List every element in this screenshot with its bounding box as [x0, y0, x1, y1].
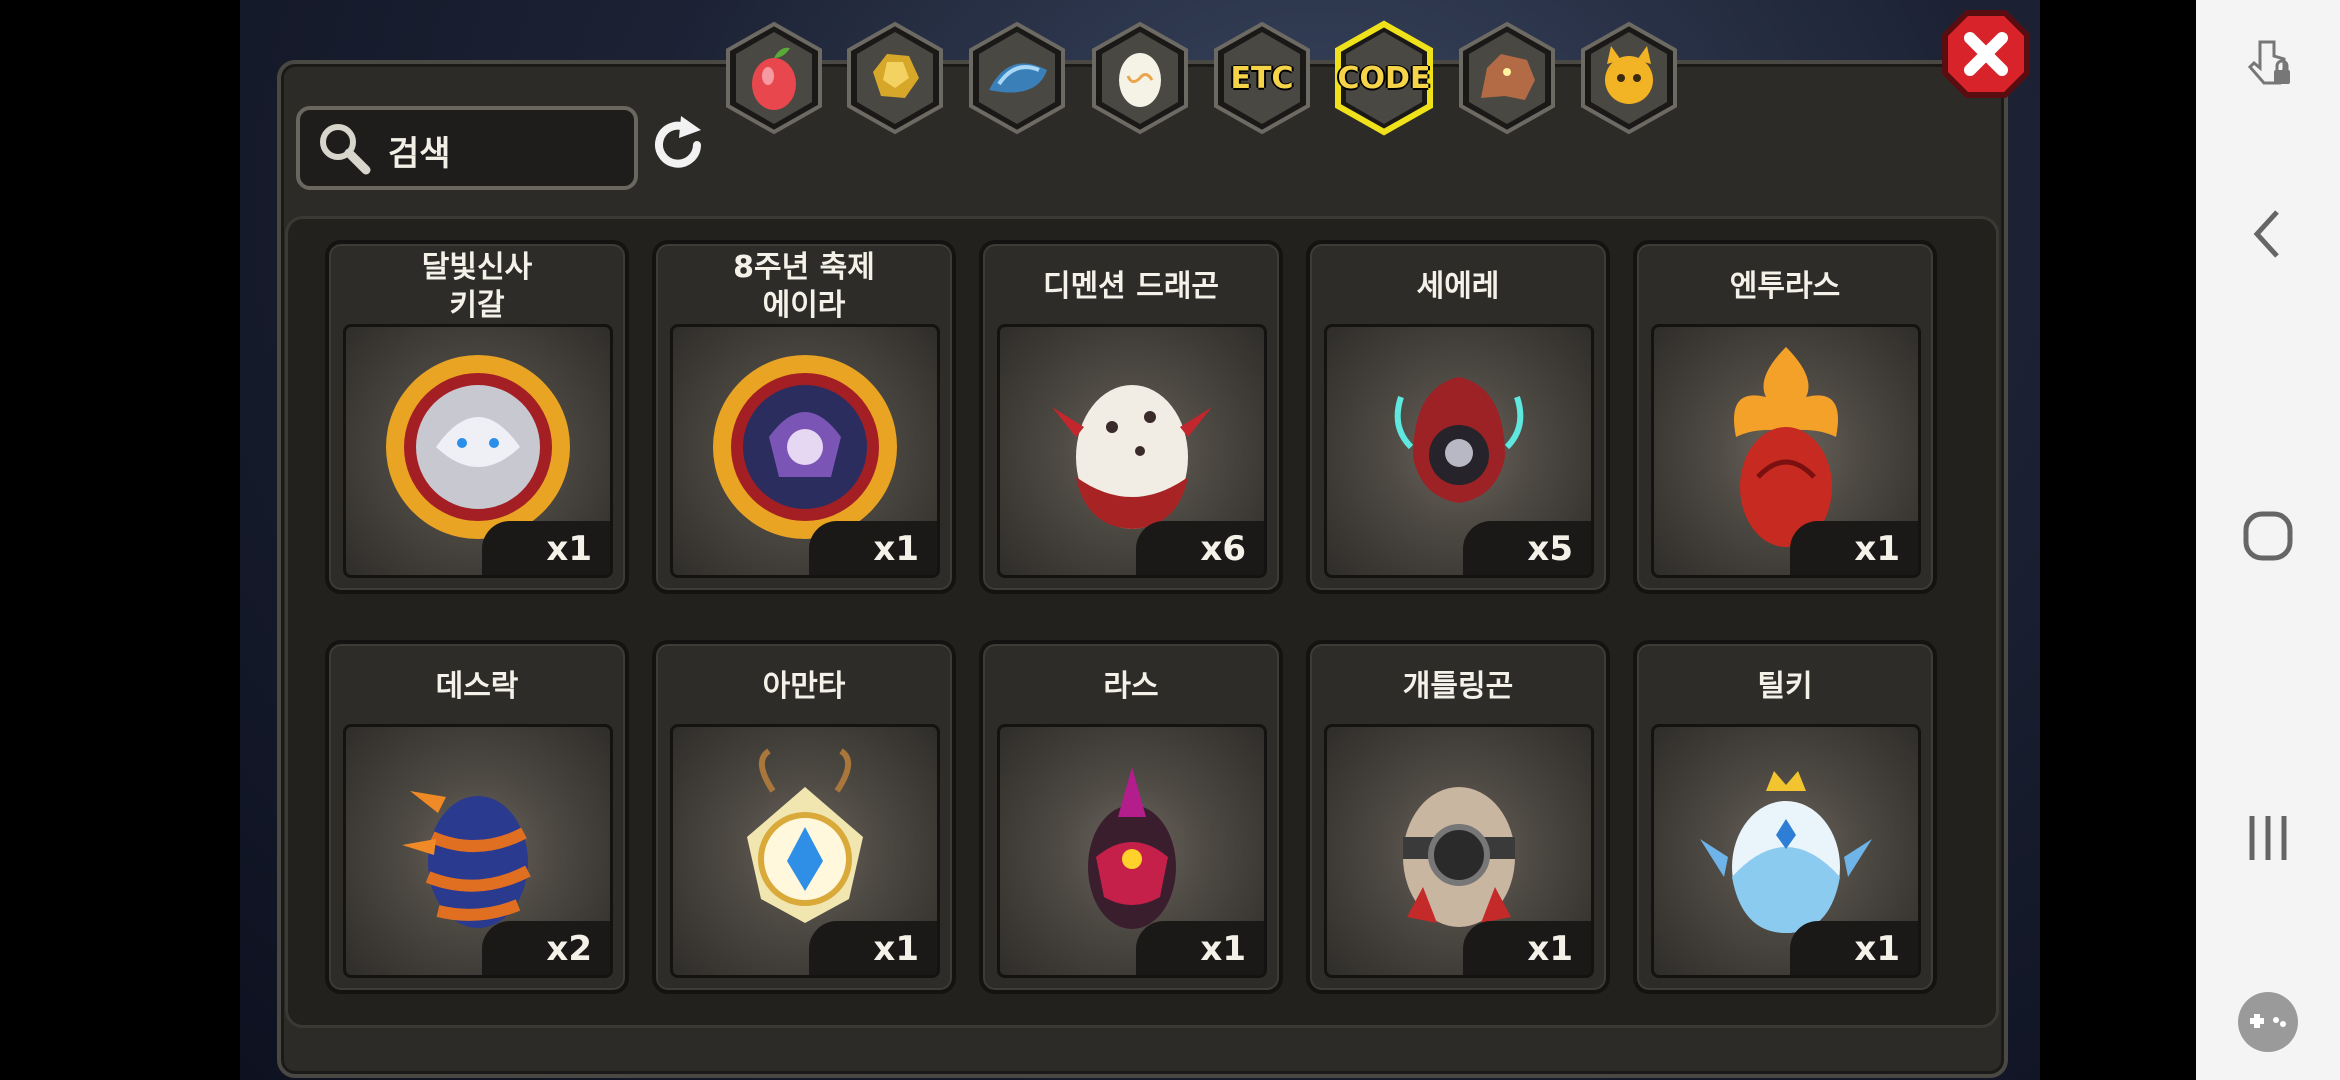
item-name: 아만타: [762, 669, 846, 704]
item-name: 달빛신사 키갈: [421, 250, 533, 323]
item-slot: x6: [997, 324, 1267, 578]
item-name: 세에레: [1416, 269, 1500, 304]
back-icon[interactable]: [2232, 198, 2304, 270]
item-card[interactable]: 개틀링곤 x1: [1306, 640, 1610, 994]
item-slot: x1: [1651, 724, 1921, 978]
eira-medallion-icon: [713, 355, 897, 539]
amanta-egg-icon: [747, 748, 863, 923]
item-slot: x1: [343, 324, 613, 578]
search-icon: [320, 124, 371, 175]
item-name: 개틀링곤: [1402, 669, 1514, 704]
item-card[interactable]: 데스락 x2: [325, 640, 629, 994]
recent-apps-icon[interactable]: [2232, 802, 2304, 874]
item-name: 라스: [1103, 669, 1159, 704]
ras-egg-icon: [1088, 767, 1176, 929]
item-slot: x1: [1651, 324, 1921, 578]
item-card[interactable]: 아만타 x1: [652, 640, 956, 994]
search-input[interactable]: 검색: [296, 106, 638, 190]
item-quantity: x6: [1136, 521, 1264, 575]
gamepad-icon[interactable]: [2232, 986, 2304, 1058]
item-slot: x1: [1324, 724, 1594, 978]
item-quantity: x1: [809, 521, 937, 575]
touch-lock-icon[interactable]: [2232, 28, 2304, 100]
close-button[interactable]: [1938, 6, 2034, 102]
item-slot: x1: [670, 724, 940, 978]
item-quantity: x1: [809, 921, 937, 975]
kigal-medallion-icon: [386, 355, 570, 539]
tab-face[interactable]: [1577, 20, 1681, 136]
refresh-icon[interactable]: [645, 112, 711, 178]
tab-scale[interactable]: [965, 20, 1069, 136]
item-card[interactable]: 달빛신사 키갈 x1: [325, 240, 629, 594]
tilki-egg-icon: [1700, 771, 1872, 933]
tab-code[interactable]: CODE: [1332, 20, 1436, 136]
item-quantity: x1: [1790, 921, 1918, 975]
item-name: 데스락: [435, 669, 519, 704]
item-card[interactable]: 틸키 x1: [1633, 640, 1937, 994]
item-quantity: x1: [1790, 521, 1918, 575]
gatlinggon-egg-icon: [1403, 787, 1515, 927]
item-name: 디멘션 드래곤: [1042, 269, 1220, 304]
item-quantity: x1: [1463, 921, 1591, 975]
item-card[interactable]: 라스 x1: [979, 640, 1283, 994]
tab-egg[interactable]: [1088, 20, 1192, 136]
tab-fruit[interactable]: [722, 20, 826, 136]
item-name: 엔투라스: [1729, 269, 1841, 304]
item-card[interactable]: 엔투라스 x1: [1633, 240, 1937, 594]
item-quantity: x5: [1463, 521, 1591, 575]
tab-etc[interactable]: ETC: [1210, 20, 1314, 136]
item-slot: x5: [1324, 324, 1594, 578]
item-slot: x1: [670, 324, 940, 578]
seere-egg-icon: [1394, 377, 1524, 503]
item-quantity: x2: [482, 921, 610, 975]
item-slot: x1: [997, 724, 1267, 978]
item-card[interactable]: 8주년 축제 에이라 x1: [652, 240, 956, 594]
item-quantity: x1: [1136, 921, 1264, 975]
item-card[interactable]: 세에레 x5: [1306, 240, 1610, 594]
tab-etc-label: ETC: [1230, 60, 1294, 96]
dimension-dragon-egg-icon: [1052, 385, 1212, 529]
item-quantity: x1: [482, 521, 610, 575]
system-navigation-bar: [2196, 0, 2340, 1080]
deathrock-egg-icon: [402, 791, 531, 928]
tab-code-label: CODE: [1337, 60, 1431, 96]
tab-gold[interactable]: [843, 20, 947, 136]
item-card[interactable]: 디멘션 드래곤 x6: [979, 240, 1283, 594]
tab-dragon[interactable]: [1455, 20, 1559, 136]
item-name: 틸키: [1757, 669, 1813, 704]
egg-icon: [1119, 53, 1161, 107]
enturas-egg-icon: [1734, 347, 1838, 547]
home-icon[interactable]: [2232, 500, 2304, 572]
item-slot: x2: [343, 724, 613, 978]
item-name: 8주년 축제 에이라: [733, 250, 875, 323]
search-placeholder: 검색: [388, 134, 451, 174]
